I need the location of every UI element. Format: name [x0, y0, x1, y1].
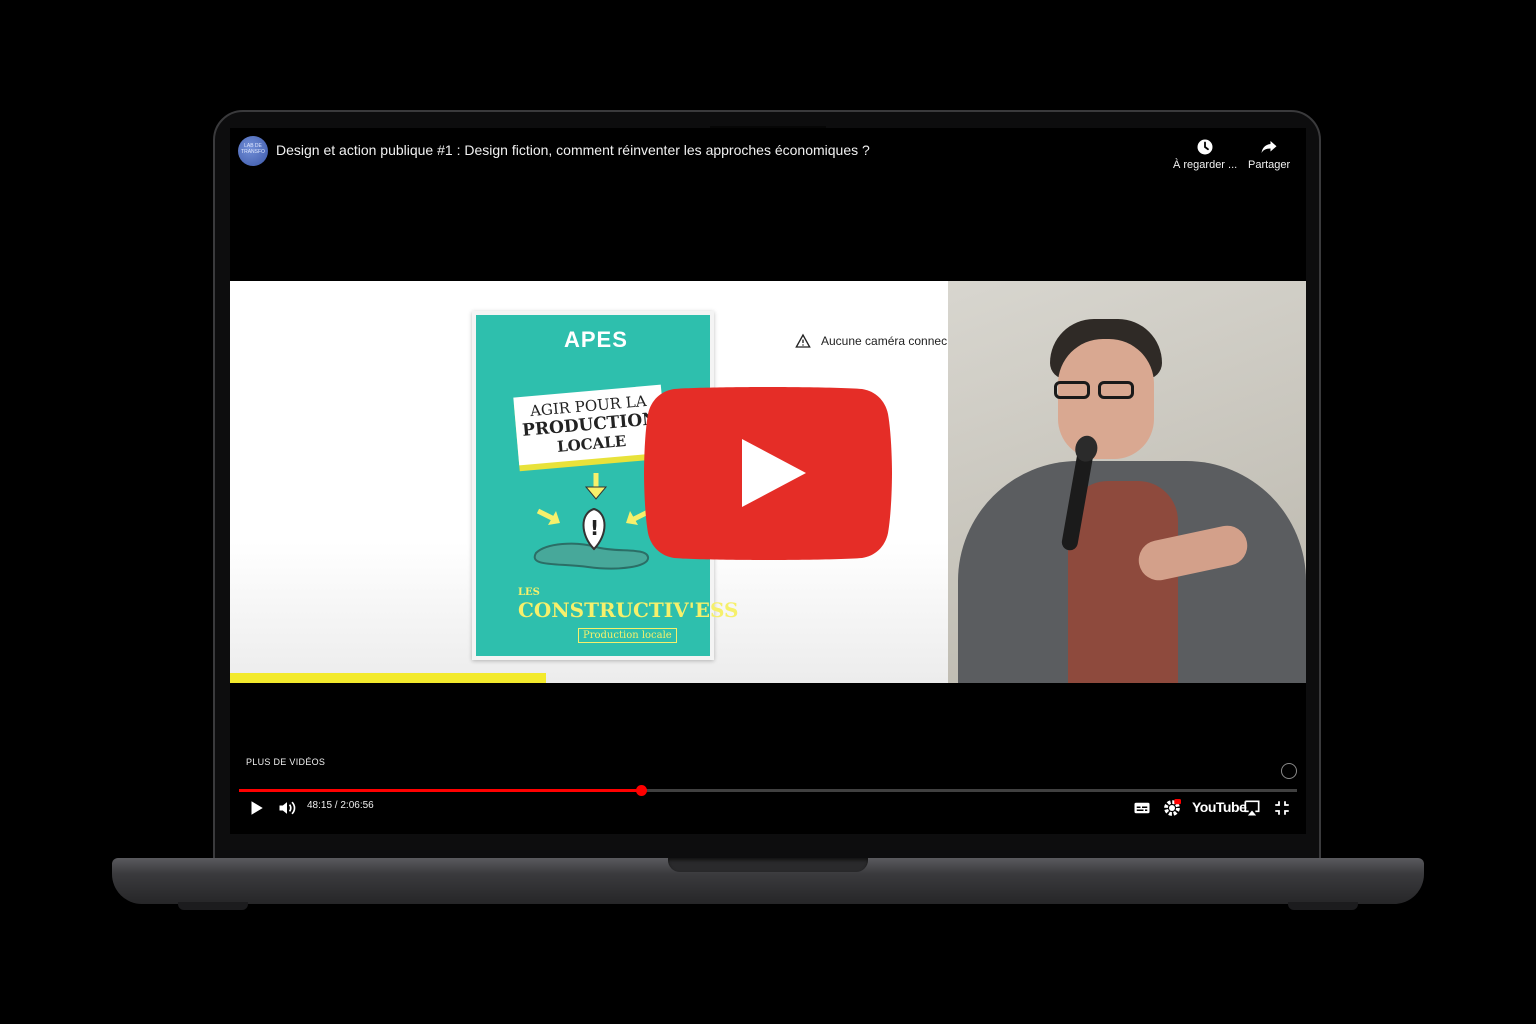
- booklet-series: LES CONSTRUCTIV'ESS: [518, 587, 739, 622]
- exit-fullscreen-button[interactable]: [1273, 798, 1291, 818]
- airplay-button[interactable]: [1242, 798, 1262, 818]
- speaker-glasses: [1054, 381, 1150, 401]
- booklet-subtitle: Production locale: [578, 628, 677, 643]
- more-videos-label[interactable]: PLUS DE VIDÉOS: [246, 757, 325, 767]
- share-button[interactable]: Partager: [1248, 138, 1290, 171]
- settings-button[interactable]: [1163, 798, 1181, 818]
- laptop-foot-left: [178, 902, 248, 910]
- channel-avatar[interactable]: LAB DE TRANSFO: [238, 136, 268, 166]
- youtube-logo[interactable]: YouTube: [1192, 799, 1247, 815]
- svg-text:!: !: [590, 516, 599, 540]
- volume-button[interactable]: [277, 798, 297, 818]
- watch-later-button[interactable]: À regarder ...: [1173, 138, 1237, 171]
- speaker-webcam: [948, 281, 1306, 683]
- share-label: Partager: [1248, 159, 1291, 171]
- watch-later-label: À regarder ...: [1173, 159, 1238, 171]
- progress-bar[interactable]: [239, 785, 1297, 796]
- airplay-icon: [1244, 800, 1260, 816]
- subtitles-button[interactable]: [1133, 798, 1151, 818]
- laptop-base-notch: [668, 858, 868, 872]
- video-title[interactable]: Design et action publique #1 : Design fi…: [276, 142, 870, 158]
- laptop-foot-right: [1288, 902, 1358, 910]
- speaker-shirt: [1068, 481, 1178, 683]
- volume-icon: [279, 801, 296, 815]
- subtitles-icon: [1134, 802, 1150, 814]
- play-icon: [251, 801, 263, 815]
- camera-warning: Aucune caméra connec: [795, 333, 947, 349]
- player-header: LAB DE TRANSFO Design et action publique…: [238, 134, 1296, 174]
- expand-icon[interactable]: [1281, 763, 1297, 779]
- play-button[interactable]: [247, 798, 265, 818]
- booklet-logo: APES: [564, 327, 628, 352]
- idea-illustration: !: [533, 473, 652, 570]
- warning-icon: [795, 333, 811, 348]
- progress-scrubber[interactable]: [636, 785, 648, 796]
- booklet-series-name: CONSTRUCTIV'ESS: [518, 598, 739, 622]
- big-play-button[interactable]: [644, 387, 892, 560]
- settings-icon: [1164, 799, 1181, 816]
- youtube-player[interactable]: LAB DE TRANSFO Design et action publique…: [230, 128, 1306, 834]
- camera-warning-text: Aucune caméra connec: [821, 334, 948, 348]
- slide-caption-strip: [230, 673, 546, 683]
- clock-icon: [1197, 139, 1213, 155]
- progress-played: [239, 789, 642, 792]
- share-icon: [1261, 141, 1277, 153]
- exit-fullscreen-icon: [1275, 801, 1289, 815]
- booklet-series-prefix: LES: [518, 587, 540, 598]
- time-display: 48:15 / 2:06:56: [307, 800, 374, 811]
